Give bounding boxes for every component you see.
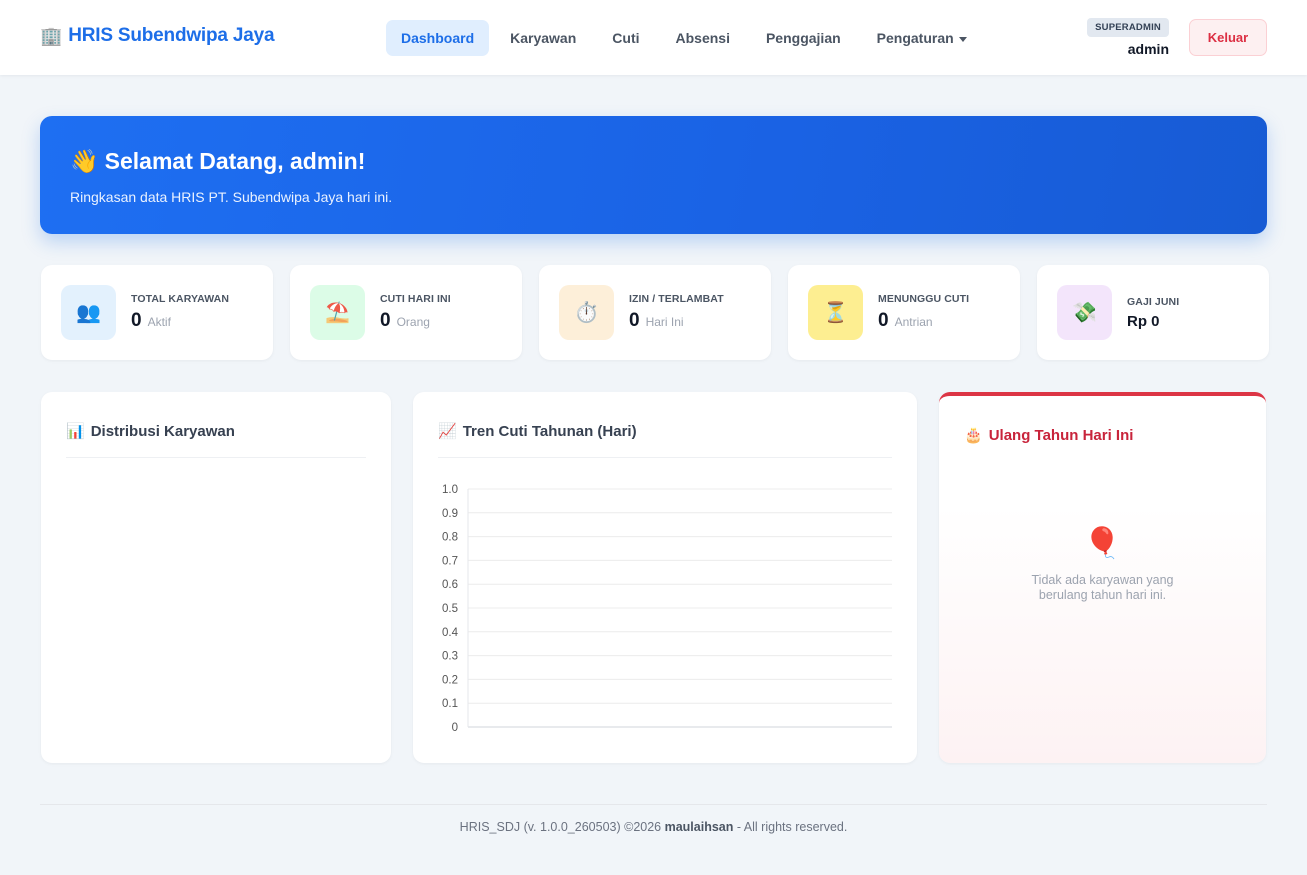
user-info: SUPERADMIN admin	[1085, 17, 1169, 57]
birthday-cake-icon: 🎂	[964, 427, 983, 444]
welcome-banner: 👋 Selamat Datang, admin! Ringkasan data …	[40, 116, 1267, 234]
y-tick-label: 0.8	[442, 532, 458, 544]
nav-dashboard[interactable]: Dashboard	[386, 20, 490, 56]
brand-logo[interactable]: 🏢 HRIS Subendwipa Jaya	[40, 25, 275, 47]
stat-card-izin-terlambat: ⏱️ IZIN / TERLAMBAT 0 Hari Ini	[539, 265, 771, 360]
y-tick-label: 1.0	[442, 484, 458, 496]
money-icon: 💸	[1057, 285, 1112, 340]
nav-penggajian[interactable]: Penggajian	[751, 20, 856, 56]
stat-value: 0	[131, 310, 142, 331]
footer-rights: - All rights reserved.	[733, 820, 848, 834]
y-tick-label: 0.4	[442, 627, 459, 639]
role-badge: SUPERADMIN	[1087, 18, 1169, 37]
stat-cards: 👥 TOTAL KARYAWAN 0 Aktif ⛱️ CUTI HARI IN…	[41, 265, 1269, 360]
panel-divider	[438, 457, 892, 458]
welcome-title: Selamat Datang, admin!	[104, 148, 366, 174]
stat-unit: Hari Ini	[645, 315, 684, 329]
stat-value: 0	[380, 310, 391, 331]
y-tick-label: 0.2	[442, 674, 458, 686]
stat-card-menunggu-cuti: ⏳ MENUNGGU CUTI 0 Antrian	[788, 265, 1020, 360]
nav-cuti[interactable]: Cuti	[597, 20, 654, 56]
panel-distribusi-karyawan: 📊 Distribusi Karyawan	[41, 392, 391, 763]
main-nav: Dashboard Karyawan Cuti Absensi Penggaji…	[386, 20, 988, 56]
stat-label: TOTAL KARYAWAN	[131, 293, 230, 305]
nav-karyawan[interactable]: Karyawan	[495, 20, 591, 56]
y-tick-label: 0.6	[442, 579, 458, 591]
footer-author: maulaihsan	[664, 820, 734, 834]
line-chart-icon: 📈	[438, 423, 457, 440]
footer: HRIS_SDJ (v. 1.0.0_260503) ©2026 maulaih…	[0, 820, 1307, 834]
welcome-subtitle: Ringkasan data HRIS PT. Subendwipa Jaya …	[70, 189, 393, 205]
footer-version: HRIS_SDJ (v. 1.0.0_260503) ©2026	[459, 820, 665, 834]
waving-hand-icon: 👋	[70, 148, 99, 174]
panel-title-text: Ulang Tahun Hari Ini	[988, 426, 1134, 444]
welcome-heading: 👋 Selamat Datang, admin!	[70, 148, 1237, 175]
footer-divider	[40, 804, 1267, 805]
top-navbar: 🏢 HRIS Subendwipa Jaya Dashboard Karyawa…	[0, 0, 1307, 75]
y-tick-label: 0.1	[442, 698, 458, 710]
panel-title: 🎂 Ulang Tahun Hari Ini	[964, 426, 1134, 445]
empty-state: 🎈 Tidak ada karyawan yang berulang tahun…	[939, 526, 1266, 603]
stat-card-total-karyawan: 👥 TOTAL KARYAWAN 0 Aktif	[41, 265, 273, 360]
stat-unit: Aktif	[147, 315, 171, 329]
nav-absensi[interactable]: Absensi	[661, 20, 745, 56]
panel-ulang-tahun: 🎂 Ulang Tahun Hari Ini 🎈 Tidak ada karya…	[939, 392, 1266, 763]
logout-button[interactable]: Keluar	[1189, 19, 1267, 56]
panel-divider	[66, 457, 366, 458]
balloon-icon: 🎈	[1083, 527, 1122, 560]
stat-value: Rp 0	[1127, 312, 1160, 330]
stat-card-gaji: 💸 GAJI JUNI Rp 0	[1037, 265, 1269, 360]
stat-label: GAJI JUNI	[1127, 295, 1180, 308]
y-tick-label: 0.7	[442, 555, 458, 567]
stat-value: 0	[878, 310, 889, 331]
chevron-down-icon	[958, 36, 967, 42]
stat-unit: Antrian	[894, 315, 933, 329]
panel-title: 📊 Distribusi Karyawan	[66, 422, 235, 441]
stat-label: CUTI HARI INI	[380, 293, 451, 305]
beach-umbrella-icon: ⛱️	[310, 285, 365, 340]
username: admin	[1127, 41, 1169, 57]
panel-title: 📈 Tren Cuti Tahunan (Hari)	[438, 422, 637, 441]
building-icon: 🏢	[40, 25, 63, 46]
y-tick-label: 0.3	[442, 651, 458, 663]
bar-chart-icon: 📊	[66, 423, 85, 440]
y-tick-label: 0.9	[442, 508, 458, 520]
panel-title-text: Distribusi Karyawan	[90, 422, 235, 440]
hourglass-icon: ⏳	[808, 285, 863, 340]
empty-state-text: Tidak ada karyawan yang berulang tahun h…	[1031, 573, 1174, 602]
stat-label: IZIN / TERLAMBAT	[629, 293, 724, 305]
y-tick-label: 0.5	[442, 603, 458, 615]
panel-title-text: Tren Cuti Tahunan (Hari)	[462, 422, 637, 440]
leave-trend-chart: 0 0.1 0.2 0.3 0.4 0.5 0.6 0.7 0.8 0.9 1.0	[442, 484, 892, 734]
people-icon: 👥	[61, 285, 116, 340]
stat-unit: Orang	[396, 315, 430, 329]
nav-pengaturan-label: Pengaturan	[876, 30, 954, 46]
stat-label: MENUNGGU CUTI	[878, 293, 970, 305]
panel-tren-cuti: 📈 Tren Cuti Tahunan (Hari) 0 0.1 0.2 0.3 0.4…	[413, 392, 917, 763]
y-tick-label: 0	[452, 722, 458, 734]
stopwatch-icon: ⏱️	[559, 285, 614, 340]
nav-pengaturan-dropdown[interactable]: Pengaturan	[862, 20, 982, 56]
stat-card-cuti-hari-ini: ⛱️ CUTI HARI INI 0 Orang	[290, 265, 522, 360]
stat-value: 0	[629, 310, 640, 331]
brand-name: HRIS Subendwipa Jaya	[68, 25, 275, 46]
